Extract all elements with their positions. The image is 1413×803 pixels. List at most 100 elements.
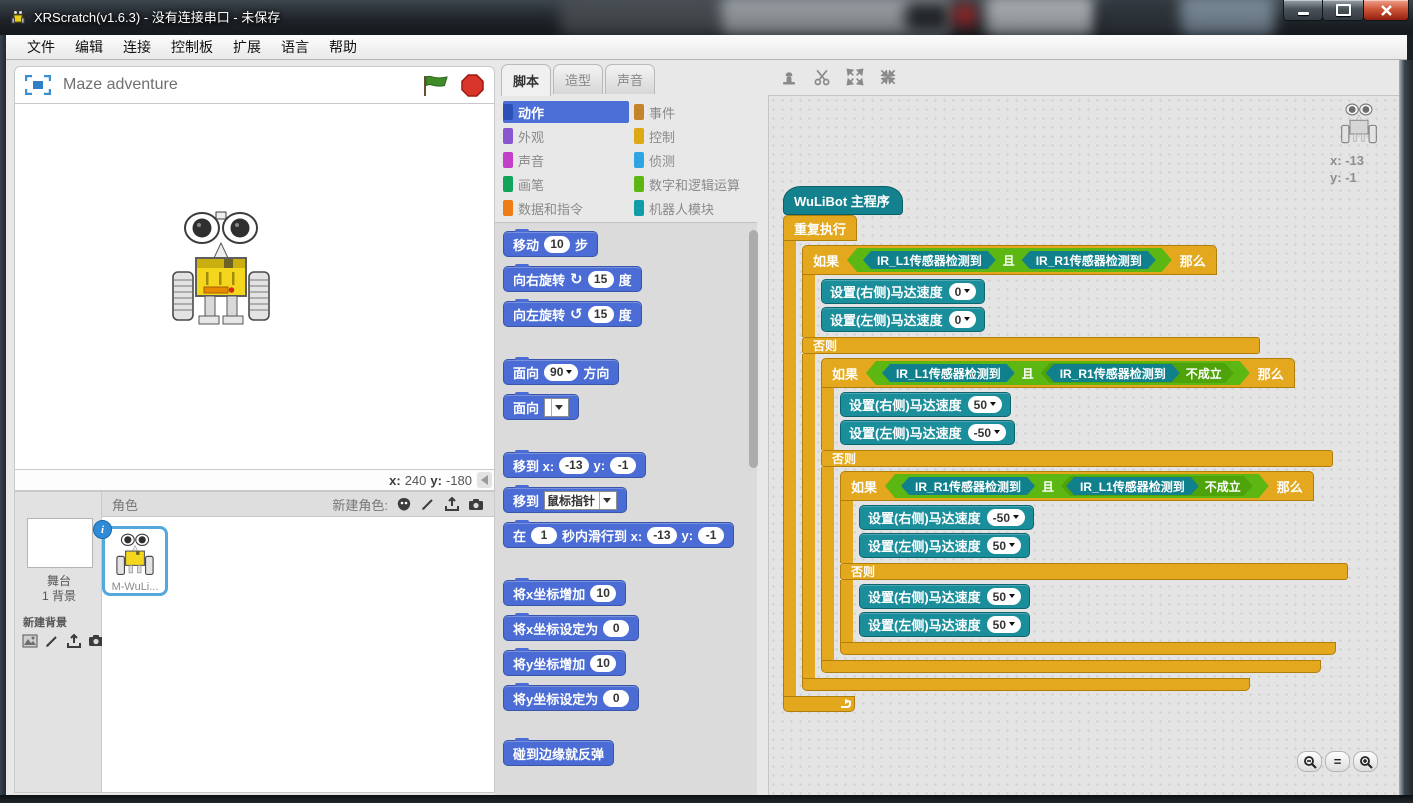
palette-scrollbar[interactable]	[749, 230, 758, 468]
set-motor-block[interactable]: 设置(左侧)马达速度50	[859, 533, 1030, 558]
palette-block-move[interactable]: 移动 10 步	[503, 231, 598, 257]
block-arg[interactable]: 10	[590, 655, 616, 672]
robot-sprite[interactable]	[169, 210, 273, 332]
tab-scripts[interactable]: 脚本	[501, 64, 551, 96]
category-events[interactable]: 事件	[634, 101, 760, 123]
block-dropdown[interactable]: -50	[987, 509, 1025, 526]
palette-block-set-y[interactable]: 将y坐标设定为 0	[503, 685, 639, 711]
sensor-condition[interactable]: IR_R1传感器检测到	[1046, 364, 1180, 382]
if-else-block-3[interactable]: 如果 IR_R1传感器检测到 且 IR_L1传感器检测到	[840, 471, 1348, 655]
category-sensing[interactable]: 侦测	[634, 149, 760, 171]
stage-thumbnail[interactable]	[27, 518, 93, 568]
set-motor-block[interactable]: 设置(左侧)马达速度0	[821, 307, 985, 332]
green-flag-button[interactable]	[422, 74, 449, 97]
block-arg[interactable]: 1	[531, 527, 557, 544]
palette-block-goto-sprite[interactable]: 移到 鼠标指针	[503, 487, 627, 513]
menu-extensions[interactable]: 扩展	[224, 35, 270, 59]
scissors-delete-icon[interactable]	[811, 66, 833, 88]
palette-block-point-direction[interactable]: 面向 90 方向	[503, 359, 619, 385]
zoom-in-button[interactable]	[1353, 751, 1378, 772]
set-motor-block[interactable]: 设置(右侧)马达速度-50	[859, 505, 1034, 530]
block-arg[interactable]: -1	[610, 457, 636, 474]
category-sound[interactable]: 声音	[503, 149, 629, 171]
block-arg[interactable]: -13	[559, 457, 588, 474]
and-operator[interactable]: IR_L1传感器检测到 且 IR_R1传感器检测到 不成立	[866, 361, 1250, 385]
paint-sprite-icon[interactable]	[419, 496, 436, 513]
category-pen[interactable]: 画笔	[503, 173, 629, 195]
tab-costumes[interactable]: 造型	[553, 64, 603, 94]
block-arg[interactable]: -1	[698, 527, 724, 544]
fullscreen-icon[interactable]	[25, 75, 51, 95]
sensor-condition[interactable]: IR_R1传感器检测到	[901, 477, 1035, 495]
and-operator[interactable]: IR_R1传感器检测到 且 IR_L1传感器检测到 不成立	[885, 474, 1269, 498]
block-dropdown[interactable]: 50	[987, 537, 1021, 554]
if-else-block-1[interactable]: 如果 IR_L1传感器检测到 且 IR_R1传感器检测到 那么 设置(右侧)马达…	[802, 245, 1348, 691]
forever-header[interactable]: 重复执行	[783, 215, 857, 241]
tab-sounds[interactable]: 声音	[605, 64, 655, 94]
brush-backdrop-icon[interactable]	[43, 632, 60, 649]
menu-file[interactable]: 文件	[18, 35, 64, 59]
upload-backdrop-icon[interactable]	[65, 632, 82, 649]
menu-help[interactable]: 帮助	[320, 35, 366, 59]
category-looks[interactable]: 外观	[503, 125, 629, 147]
block-dropdown[interactable]: -50	[968, 424, 1006, 441]
set-motor-block[interactable]: 设置(左侧)马达速度50	[859, 612, 1030, 637]
sprite-info-badge[interactable]: i	[93, 520, 112, 539]
palette-block-bounce[interactable]: 碰到边缘就反弹	[503, 740, 614, 766]
menu-board[interactable]: 控制板	[162, 35, 222, 59]
block-arg[interactable]: 0	[603, 620, 629, 637]
palette-block-change-y[interactable]: 将y坐标增加 10	[503, 650, 626, 676]
stamp-duplicate-icon[interactable]	[778, 66, 800, 88]
block-dropdown[interactable]: 0	[949, 283, 977, 300]
block-dropdown[interactable]: 0	[949, 311, 977, 328]
set-motor-block[interactable]: 设置(右侧)马达速度0	[821, 279, 985, 304]
and-operator[interactable]: IR_L1传感器检测到 且 IR_R1传感器检测到	[847, 248, 1172, 272]
hat-block-main-program[interactable]: WuLiBot 主程序	[783, 186, 903, 215]
block-dropdown[interactable]: 50	[968, 396, 1002, 413]
paint-backdrop-icon[interactable]	[21, 632, 38, 649]
block-arg[interactable]: 0	[603, 690, 629, 707]
grow-sprite-icon[interactable]	[844, 66, 866, 88]
title-bar[interactable]: XRScratch(v1.6.3) - 没有连接串口 - 未保存	[0, 0, 1413, 35]
close-button[interactable]	[1363, 0, 1409, 21]
category-robot[interactable]: 机器人模块	[634, 197, 760, 219]
sensor-condition[interactable]: IR_L1传感器检测到	[882, 364, 1015, 382]
minimize-button[interactable]	[1283, 0, 1323, 21]
script-stack[interactable]: WuLiBot 主程序 重复执行 如果 IR_L1传感器检测到 且 IR_R1传…	[783, 186, 1348, 712]
new-sprite-library-icon[interactable]	[395, 496, 412, 513]
sensor-condition[interactable]: IR_R1传感器检测到	[1022, 251, 1156, 269]
block-dropdown[interactable]	[544, 398, 569, 417]
palette-block-goto-xy[interactable]: 移到 x: -13 y: -1	[503, 452, 646, 478]
block-arg[interactable]: 10	[590, 585, 616, 602]
sprite-thumbnail-selected[interactable]: i M-WuLi...	[102, 526, 168, 596]
zoom-out-button[interactable]	[1297, 751, 1322, 772]
forever-block[interactable]: 重复执行 如果 IR_L1传感器检测到 且 IR_R1传感器检测到 那么	[783, 215, 1348, 712]
palette-block-change-x[interactable]: 将x坐标增加 10	[503, 580, 626, 606]
stop-button[interactable]	[461, 74, 484, 97]
category-data[interactable]: 数据和指令	[503, 197, 629, 219]
category-motion[interactable]: 动作	[503, 101, 629, 123]
upload-sprite-icon[interactable]	[443, 496, 460, 513]
palette-block-point-towards[interactable]: 面向	[503, 394, 579, 420]
camera-sprite-icon[interactable]	[467, 496, 484, 513]
menu-connect[interactable]: 连接	[114, 35, 160, 59]
zoom-reset-button[interactable]: =	[1325, 751, 1350, 772]
maximize-button[interactable]	[1322, 0, 1364, 21]
palette-block-turn-right[interactable]: 向右旋转 ↻ 15 度	[503, 266, 642, 292]
palette-block-glide[interactable]: 在 1 秒内滑行到 x: -13 y: -1	[503, 522, 734, 548]
set-motor-block[interactable]: 设置(左侧)马达速度-50	[840, 420, 1015, 445]
palette-block-turn-left[interactable]: 向左旋转 ↺ 15 度	[503, 301, 642, 327]
sensor-condition[interactable]: IR_L1传感器检测到	[863, 251, 996, 269]
set-motor-block[interactable]: 设置(右侧)马达速度50	[859, 584, 1030, 609]
shrink-sprite-icon[interactable]	[877, 66, 899, 88]
menu-edit[interactable]: 编辑	[66, 35, 112, 59]
block-dropdown[interactable]: 鼠标指针	[544, 491, 617, 510]
category-operators[interactable]: 数字和逻辑运算	[634, 173, 760, 195]
palette-block-set-x[interactable]: 将x坐标设定为 0	[503, 615, 639, 641]
not-operator[interactable]: IR_R1传感器检测到 不成立	[1041, 363, 1234, 383]
block-dropdown[interactable]: 50	[987, 616, 1021, 633]
block-dropdown[interactable]: 50	[987, 588, 1021, 605]
block-arg[interactable]: -13	[647, 527, 676, 544]
menu-language[interactable]: 语言	[272, 35, 318, 59]
if-else-block-2[interactable]: 如果 IR_L1传感器检测到 且 IR_R1传感器检测到 不成立	[821, 358, 1348, 673]
